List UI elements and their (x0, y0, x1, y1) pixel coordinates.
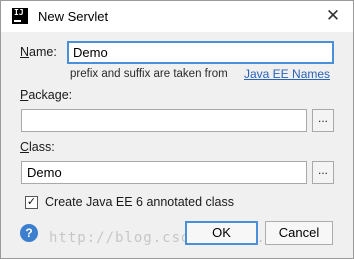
cancel-button[interactable]: Cancel (265, 221, 333, 245)
java-ee-names-link[interactable]: Java EE Names (244, 67, 330, 81)
ok-button[interactable]: OK (185, 221, 258, 245)
package-label: Package: (20, 88, 73, 102)
title-bar[interactable]: IJ New Servlet ✕ (1, 1, 353, 32)
intellij-app-icon: IJ (12, 8, 28, 24)
name-label: Name: (20, 45, 57, 59)
new-servlet-dialog: IJ New Servlet ✕ Name: Demo prefix and s… (0, 0, 354, 259)
annotated-class-checkbox[interactable]: ✓ (25, 196, 38, 209)
package-browse-button[interactable]: ... (312, 109, 334, 132)
help-icon[interactable]: ? (20, 224, 38, 242)
name-input[interactable]: Demo (67, 41, 334, 64)
close-icon[interactable]: ✕ (321, 5, 345, 27)
package-input[interactable] (21, 109, 307, 132)
name-hint-text: prefix and suffix are taken from (70, 68, 228, 80)
dialog-title: New Servlet (38, 9, 109, 24)
class-label: Class: (20, 140, 55, 154)
class-input[interactable]: Demo (21, 161, 307, 184)
class-browse-button[interactable]: ... (312, 161, 334, 184)
annotated-class-label[interactable]: Create Java EE 6 annotated class (45, 195, 234, 209)
